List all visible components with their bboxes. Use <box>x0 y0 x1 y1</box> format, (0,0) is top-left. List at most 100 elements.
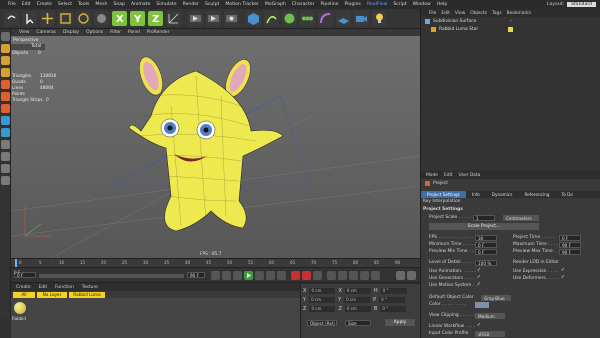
object-row-rabbid[interactable]: Rabbid Luma Star <box>421 25 600 33</box>
make-editable-icon[interactable] <box>1 32 10 41</box>
vp-menu-panel[interactable]: Panel <box>128 30 140 35</box>
render-view-icon[interactable] <box>188 11 203 26</box>
layout-select[interactable]: Standard <box>567 2 596 7</box>
vp-menu-view[interactable]: View <box>19 30 29 35</box>
pla-key-icon[interactable] <box>371 271 380 280</box>
cube-icon[interactable] <box>246 11 261 26</box>
edges-mode-icon[interactable] <box>1 92 10 101</box>
tab-referencing[interactable]: Referencing <box>518 191 555 198</box>
pen-spline-icon[interactable] <box>264 11 279 26</box>
coord-sy-field[interactable]: 0 cm <box>344 297 371 303</box>
texture-mode-icon[interactable] <box>1 56 10 65</box>
am-menu-user-data[interactable]: User Data <box>458 173 480 178</box>
light-icon[interactable] <box>372 11 387 26</box>
scale-key-icon[interactable] <box>338 271 347 280</box>
om-menu-view[interactable]: View <box>455 11 465 16</box>
x-axis-lock-icon[interactable]: X <box>112 11 127 26</box>
coord-mode-dropdown[interactable]: Object (Rel) <box>307 320 337 326</box>
move-icon[interactable] <box>40 11 55 26</box>
render-settings-icon[interactable] <box>224 11 239 26</box>
unit-dropdown[interactable]: Centimeters <box>503 215 539 221</box>
viewport-canvas[interactable] <box>11 36 420 258</box>
model-mode-icon[interactable] <box>1 44 10 53</box>
menu-window[interactable]: Window <box>413 2 431 7</box>
interpolation-icon[interactable] <box>396 271 405 280</box>
coord-sz-field[interactable]: 0 cm <box>344 306 371 312</box>
points-mode-icon[interactable] <box>1 80 10 89</box>
undo-icon[interactable] <box>4 11 19 26</box>
om-menu-tags[interactable]: Tags <box>492 11 502 16</box>
workplane-lock-icon[interactable] <box>1 152 10 161</box>
use-deformers-check-icon[interactable]: ✓ <box>561 275 565 280</box>
object-recent-icon[interactable] <box>94 11 109 26</box>
menu-snap[interactable]: Snap <box>113 2 125 7</box>
am-menu-mode[interactable]: Mode <box>426 173 438 178</box>
coord-pz-field[interactable]: 0 cm <box>309 306 336 312</box>
use-animation-check-icon[interactable]: ✓ <box>477 268 481 273</box>
filter-all[interactable]: All <box>13 291 35 298</box>
om-menu-bookmarks[interactable]: Bookmarks <box>507 11 532 16</box>
autokey-icon[interactable] <box>302 271 311 280</box>
z-axis-lock-icon[interactable]: Z <box>148 11 163 26</box>
menu-pipeline[interactable]: Pipeline <box>320 2 338 7</box>
snapping-icon[interactable] <box>1 140 10 149</box>
timeline-ruler[interactable]: 0 5 10 15 20 25 30 35 40 45 50 55 60 65 … <box>11 258 420 267</box>
material-tag-icon[interactable] <box>508 26 514 32</box>
material-swatch[interactable] <box>14 302 26 314</box>
enable-axis-icon[interactable] <box>1 116 10 125</box>
apply-button[interactable]: Apply <box>385 319 415 326</box>
play-icon[interactable] <box>244 271 253 280</box>
om-menu-edit[interactable]: Edit <box>441 11 450 16</box>
coord-b-field[interactable]: 0 ° <box>380 306 407 312</box>
fps-field[interactable]: 30 <box>475 235 497 241</box>
planar-workplane-icon[interactable] <box>1 164 10 173</box>
min-time-field[interactable]: 0 F <box>475 242 497 248</box>
y-axis-lock-icon[interactable]: Y <box>130 11 145 26</box>
grid-icon[interactable] <box>1 176 10 185</box>
timeline-menu-icon[interactable] <box>407 271 416 280</box>
menu-sculpt[interactable]: Sculpt <box>205 2 219 7</box>
camera-icon[interactable] <box>354 11 369 26</box>
vp-menu-display[interactable]: Display <box>63 30 79 35</box>
render-picture-viewer-icon[interactable] <box>206 11 221 26</box>
coord-px-field[interactable]: 0 cm <box>309 288 336 294</box>
default-color-dropdown[interactable]: Gray-Blue <box>481 295 511 301</box>
visible-check-icon[interactable]: ✓ <box>509 19 513 24</box>
playhead[interactable] <box>15 259 17 267</box>
tab-to-do[interactable]: To Do <box>555 191 579 198</box>
mat-menu-texture[interactable]: Texture <box>82 285 98 290</box>
menu-character[interactable]: Character <box>292 2 315 7</box>
keyframe-selection-icon[interactable] <box>313 271 322 280</box>
menu-select[interactable]: Select <box>58 2 72 7</box>
menu-edit[interactable]: Edit <box>22 2 31 7</box>
om-menu-objects[interactable]: Objects <box>470 11 487 16</box>
menu-simulate[interactable]: Simulate <box>156 2 176 7</box>
rotation-key-icon[interactable] <box>349 271 358 280</box>
menu-animate[interactable]: Animate <box>131 2 150 7</box>
coord-h-field[interactable]: 0 ° <box>380 288 407 294</box>
tab-info[interactable]: Info <box>466 191 486 198</box>
next-frame-icon[interactable] <box>255 271 264 280</box>
menu-plugins[interactable]: Plugins <box>344 2 360 7</box>
project-scale-field[interactable]: 1 <box>473 215 495 221</box>
menu-realflow[interactable]: RealFlow <box>367 2 387 7</box>
scale-icon[interactable] <box>58 11 73 26</box>
vp-menu-cameras[interactable]: Cameras <box>36 30 56 35</box>
menu-render[interactable]: Render <box>183 2 199 7</box>
menu-file[interactable]: File <box>8 2 16 7</box>
prev-key-icon[interactable] <box>222 271 231 280</box>
floor-icon[interactable] <box>336 11 351 26</box>
view-clipping-dropdown[interactable]: Medium <box>475 313 505 319</box>
vp-menu-prorender[interactable]: ProRender <box>147 30 170 35</box>
linear-workflow-check-icon[interactable]: ✓ <box>477 323 481 328</box>
live-select-icon[interactable] <box>22 11 37 26</box>
lod-field[interactable]: 100 % <box>475 260 497 266</box>
position-key-icon[interactable] <box>327 271 336 280</box>
scale-project-button[interactable]: Scale Project... <box>429 223 539 230</box>
tab-key-interpolation[interactable]: Key Interpolation <box>423 199 460 204</box>
menu-motion-tracker[interactable]: Motion Tracker <box>225 2 259 7</box>
array-icon[interactable] <box>300 11 315 26</box>
object-row-subdivision[interactable]: Subdivision Surface ✓ <box>421 17 600 25</box>
next-key-icon[interactable] <box>266 271 275 280</box>
filter-rabbid-luma[interactable]: Rabbid Luma <box>69 291 105 298</box>
